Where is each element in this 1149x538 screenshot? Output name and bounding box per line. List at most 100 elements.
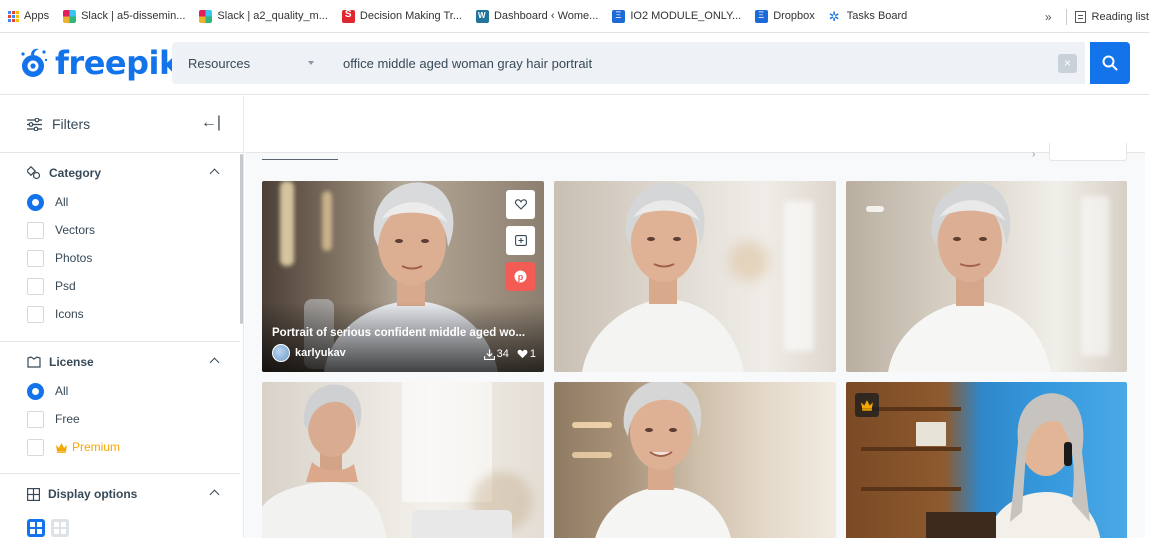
reading-list-button[interactable]: Reading list [1092,11,1149,23]
chevron-up-icon [209,168,220,179]
filters-sidebar: Filters ←| Category All Vectors Photos P… [0,96,244,538]
add-to-collection-button[interactable] [506,226,535,255]
page-scrollbar[interactable] [1145,96,1149,538]
bookmark-label: Slack | a2_quality_m... [217,10,328,22]
pinterest-share-button[interactable]: p [506,262,535,291]
bookmark-label: IO2 MODULE_ONLY... [630,10,742,22]
sidebar-scrollbar[interactable] [240,154,243,324]
io2-icon [612,9,626,23]
license-section: License All Free Premium [0,347,240,461]
decision-making-icon [341,9,355,23]
bookmark-label: Dashboard ‹ Wome... [493,10,599,22]
category-option-photos[interactable]: Photos [0,244,240,272]
card-stats: 34 1 [483,348,536,360]
woman-portrait-illustration [595,382,731,538]
bookmark-dropbox[interactable]: Dropbox [755,9,815,23]
bookmark-label: Slack | a5-dissemin... [81,10,186,22]
category-option-vectors[interactable]: Vectors [0,216,240,244]
checkbox[interactable] [27,438,44,456]
option-label: Psd [55,279,76,293]
bookmark-slack-a2[interactable]: Slack | a2_quality_m... [199,9,328,23]
dropbox-icon [755,9,769,23]
result-image [846,181,1127,372]
slack-icon [63,9,77,23]
category-option-all[interactable]: All [0,188,240,216]
card-title: Portrait of serious confident middle age… [272,327,526,339]
result-card[interactable] [554,181,836,372]
result-card[interactable] [262,382,544,538]
wordpress-icon [475,9,489,23]
result-image [554,382,836,538]
freepik-logo-icon [21,48,48,77]
radio-selected[interactable] [27,382,44,400]
filters-title: Filters [52,116,91,132]
author-link[interactable]: karlyukav [272,344,346,362]
search-icon [1102,55,1118,71]
likes-count: 1 [529,348,536,360]
bookmark-slack-a5[interactable]: Slack | a5-dissemin... [63,9,186,23]
browser-window: Apps Slack | a5-dissemin... Slack | a2_q… [0,0,1149,538]
license-option-premium[interactable]: Premium [0,433,240,461]
bookmark-io2-module[interactable]: IO2 MODULE_ONLY... [612,9,742,23]
result-card[interactable] [846,181,1127,372]
slack-icon [199,9,213,23]
chevron-up-icon [209,489,220,500]
option-label: All [55,384,69,398]
radio-selected[interactable] [27,193,44,211]
resource-type-select[interactable]: Resources [172,42,330,84]
mosaic-view-icon [54,522,59,527]
pinterest-icon: p [514,270,527,283]
bookmark-label: Tasks Board [846,10,908,22]
like-button[interactable] [506,190,535,219]
category-header[interactable]: Category [0,158,240,188]
bookmarks-separator [1065,8,1067,25]
collapse-sidebar-button[interactable]: ←| [201,114,221,132]
arrow-left-bar-icon: ←| [200,114,221,131]
reading-list-icon [1074,10,1086,23]
checkbox[interactable] [27,249,44,267]
checkbox[interactable] [27,277,44,295]
bookmark-label: Apps [24,10,50,22]
apps-grid-icon [8,10,19,22]
heart-filled-icon [517,349,528,359]
display-options-header[interactable]: Display options [0,479,240,509]
license-option-all[interactable]: All [0,377,240,405]
tasks-board-icon: ✲ [828,8,840,24]
woman-portrait-illustration [582,182,744,372]
more-bookmarks-button[interactable]: » [1045,10,1052,24]
license-option-free[interactable]: Free [0,405,240,433]
category-section: Category All Vectors Photos Psd Icons [0,158,240,328]
result-card[interactable] [554,382,836,538]
category-option-icons[interactable]: Icons [0,300,240,328]
close-icon: × [1063,56,1071,70]
download-icon [483,349,495,360]
bookmark-tasks-board[interactable]: ✲ Tasks Board [829,10,908,23]
premium-option: Premium [55,440,120,454]
checkbox[interactable] [27,305,44,323]
display-options-section: Display options [0,479,240,509]
bookmark-dashboard[interactable]: Dashboard ‹ Wome... [475,9,599,23]
sort-select[interactable] [1049,143,1127,161]
result-image [846,382,1127,538]
category-option-psd[interactable]: Psd [0,272,240,300]
bookmark-decision-making[interactable]: Decision Making Tr... [341,9,462,23]
license-header[interactable]: License [0,347,240,377]
grid-view-button[interactable] [27,519,45,537]
option-label: Photos [55,251,93,265]
checkbox[interactable] [27,221,44,239]
premium-badge [855,393,879,417]
bookmarks-bar: Apps Slack | a5-dissemin... Slack | a2_q… [0,0,1149,33]
layout-grid-icon [27,487,40,501]
logo-wordmark: freepik [55,44,180,82]
clear-search-button[interactable]: × [1058,54,1077,73]
freepik-logo[interactable]: freepik [17,43,180,83]
result-card[interactable] [846,382,1127,538]
bookmark-apps[interactable]: Apps [8,10,49,22]
checkbox[interactable] [27,410,44,428]
result-card[interactable]: p Portrait of serious confident middle a… [262,181,544,372]
search-input[interactable] [330,42,1085,84]
woman-portrait-illustration [262,384,512,538]
search-button[interactable] [1090,42,1130,84]
mosaic-view-button[interactable] [51,519,69,537]
downloads-stat: 34 [483,348,509,360]
